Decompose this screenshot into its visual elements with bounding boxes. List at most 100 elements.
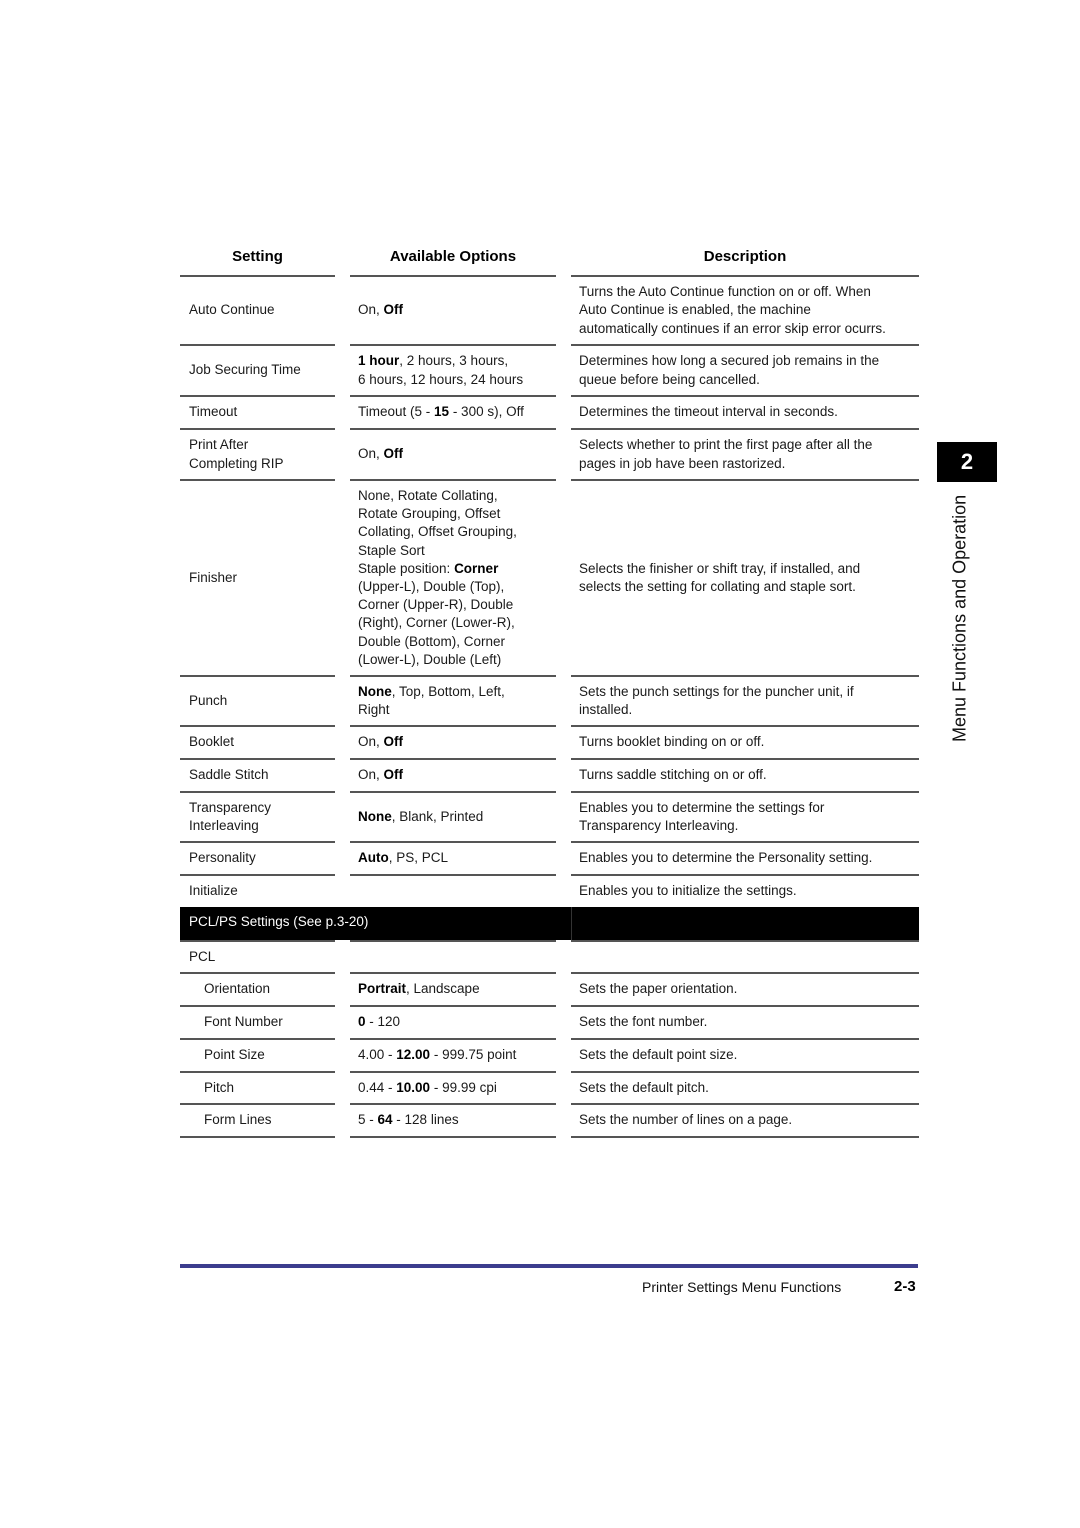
row-divider: [571, 1071, 919, 1073]
row-divider: [571, 758, 919, 760]
setting-description: Selects the finisher or shift tray, if i…: [579, 560, 860, 596]
setting-description: Turns booklet binding on or off.: [579, 733, 764, 751]
default-option: Corner: [454, 560, 499, 576]
row-divider: [180, 428, 335, 430]
available-options-line: On, Off: [358, 445, 403, 463]
option-text: , 2 hours, 3 hours,: [399, 353, 509, 369]
setting-name: Initialize: [189, 882, 238, 900]
setting-description-line: Selects whether to print the first page …: [579, 437, 873, 453]
available-options: 5 - 64 - 128 lines: [358, 1111, 459, 1129]
available-options-line: Double (Bottom), Corner: [358, 633, 517, 651]
available-options-line: Rotate Grouping, Offset: [358, 505, 517, 523]
footer-page-number: 2-3: [894, 1278, 916, 1295]
option-text: , PS, PCL: [388, 850, 449, 866]
setting-name: Saddle Stitch: [189, 766, 269, 784]
available-options-line: 1 hour, 2 hours, 3 hours,: [358, 352, 523, 370]
option-text: - 99.99 cpi: [430, 1079, 497, 1095]
available-options-line: Corner (Upper-R), Double: [358, 596, 517, 614]
row-divider: [180, 874, 335, 876]
row-divider: [350, 1038, 556, 1040]
row-divider: [180, 344, 335, 346]
section-band-divider: [571, 907, 572, 940]
setting-description: Sets the default point size.: [579, 1046, 737, 1064]
setting-description-line: Sets the punch settings for the puncher …: [579, 683, 854, 699]
row-divider: [571, 725, 919, 727]
setting-name-line: Transparency: [189, 799, 272, 815]
row-divider: [571, 275, 919, 277]
row-divider: [350, 1103, 556, 1105]
setting-description: Sets the default pitch.: [579, 1079, 709, 1097]
option-text: On,: [358, 446, 384, 462]
setting-name: Point Size: [204, 1046, 265, 1064]
option-text: 4.00 -: [358, 1047, 397, 1063]
setting-description-line: Sets the paper orientation.: [579, 981, 738, 997]
row-divider: [350, 344, 556, 346]
row-divider: [180, 1005, 335, 1007]
row-divider: [350, 428, 556, 430]
setting-name: Punch: [189, 692, 227, 710]
available-options: 0 - 120: [358, 1013, 400, 1031]
setting-description-line: Enables you to initialize the settings.: [579, 883, 797, 899]
option-text: (Right), Corner (Lower-R),: [358, 615, 515, 631]
option-text: 0.44 -: [358, 1079, 397, 1095]
setting-name-line: Orientation: [204, 981, 271, 997]
available-options: 1 hour, 2 hours, 3 hours, 6 hours, 12 hou…: [358, 352, 523, 388]
setting-description-line: Turns saddle stitching on or off.: [579, 767, 767, 783]
setting-description-line: Enables you to determine the settings fo…: [579, 799, 825, 815]
setting-description-line: Transparency Interleaving.: [579, 818, 739, 833]
available-options-line: None, Top, Bottom, Left,: [358, 683, 505, 701]
option-text: , Landscape: [406, 981, 480, 997]
available-options: None, Rotate Collating, Rotate Grouping, …: [358, 487, 517, 669]
default-option: Off: [383, 446, 404, 462]
setting-name: PCL: [189, 948, 215, 966]
row-divider: [180, 940, 335, 942]
option-text: - 120: [365, 1014, 401, 1030]
default-option: Off: [383, 302, 404, 318]
option-text: Staple position:: [358, 560, 455, 576]
row-divider: [180, 1038, 335, 1040]
row-divider: [571, 791, 919, 793]
option-text: On,: [358, 767, 384, 783]
row-divider: [350, 791, 556, 793]
setting-description: Turns the Auto Continue function on or o…: [579, 283, 886, 338]
row-divider: [350, 1136, 556, 1138]
row-divider: [180, 791, 335, 793]
setting-description-line: automatically continues if an error skip…: [579, 320, 886, 336]
setting-name: Auto Continue: [189, 301, 275, 319]
available-options-line: Portrait, Landscape: [358, 980, 480, 998]
row-divider: [180, 1103, 335, 1105]
setting-description: Turns saddle stitching on or off.: [579, 766, 767, 784]
row-divider: [571, 1136, 919, 1138]
setting-name-line: Print After: [189, 437, 249, 453]
setting-name-line: Timeout: [189, 404, 238, 420]
footer-rule: [180, 1264, 918, 1268]
option-text: Double (Bottom), Corner: [358, 633, 506, 649]
available-options-line: Right: [358, 701, 505, 719]
available-options: Auto, PS, PCL: [358, 849, 448, 867]
default-option: 1 hour: [358, 353, 400, 369]
setting-name: Job Securing Time: [189, 361, 301, 379]
available-options-line: Auto, PS, PCL: [358, 849, 448, 867]
option-text: Timeout (5 -: [358, 404, 435, 420]
header-description: Description: [703, 248, 787, 265]
setting-name-line: PCL: [189, 948, 216, 964]
setting-name-line: Form Lines: [204, 1112, 272, 1128]
row-divider: [571, 395, 919, 397]
setting-description-line: Enables you to determine the Personality…: [579, 850, 873, 866]
available-options-line: None, Rotate Collating,: [358, 487, 517, 505]
setting-description: Selects whether to print the first page …: [579, 436, 872, 472]
setting-name: Timeout: [189, 403, 237, 421]
setting-name-line: Auto Continue: [189, 302, 275, 318]
default-option: 64: [377, 1112, 393, 1128]
setting-name-line: Pitch: [204, 1079, 235, 1095]
setting-name: Booklet: [189, 733, 234, 751]
row-divider: [571, 940, 919, 942]
available-options-line: 0 - 120: [358, 1013, 400, 1031]
row-divider: [350, 395, 556, 397]
row-divider: [180, 479, 335, 481]
row-divider: [571, 874, 919, 876]
chapter-title-vertical: Menu Functions and Operation: [949, 494, 970, 742]
available-options-line: 4.00 - 12.00 - 999.75 point: [358, 1046, 516, 1064]
default-option: None: [358, 683, 392, 699]
available-options: None, Top, Bottom, Left, Right: [358, 683, 505, 719]
